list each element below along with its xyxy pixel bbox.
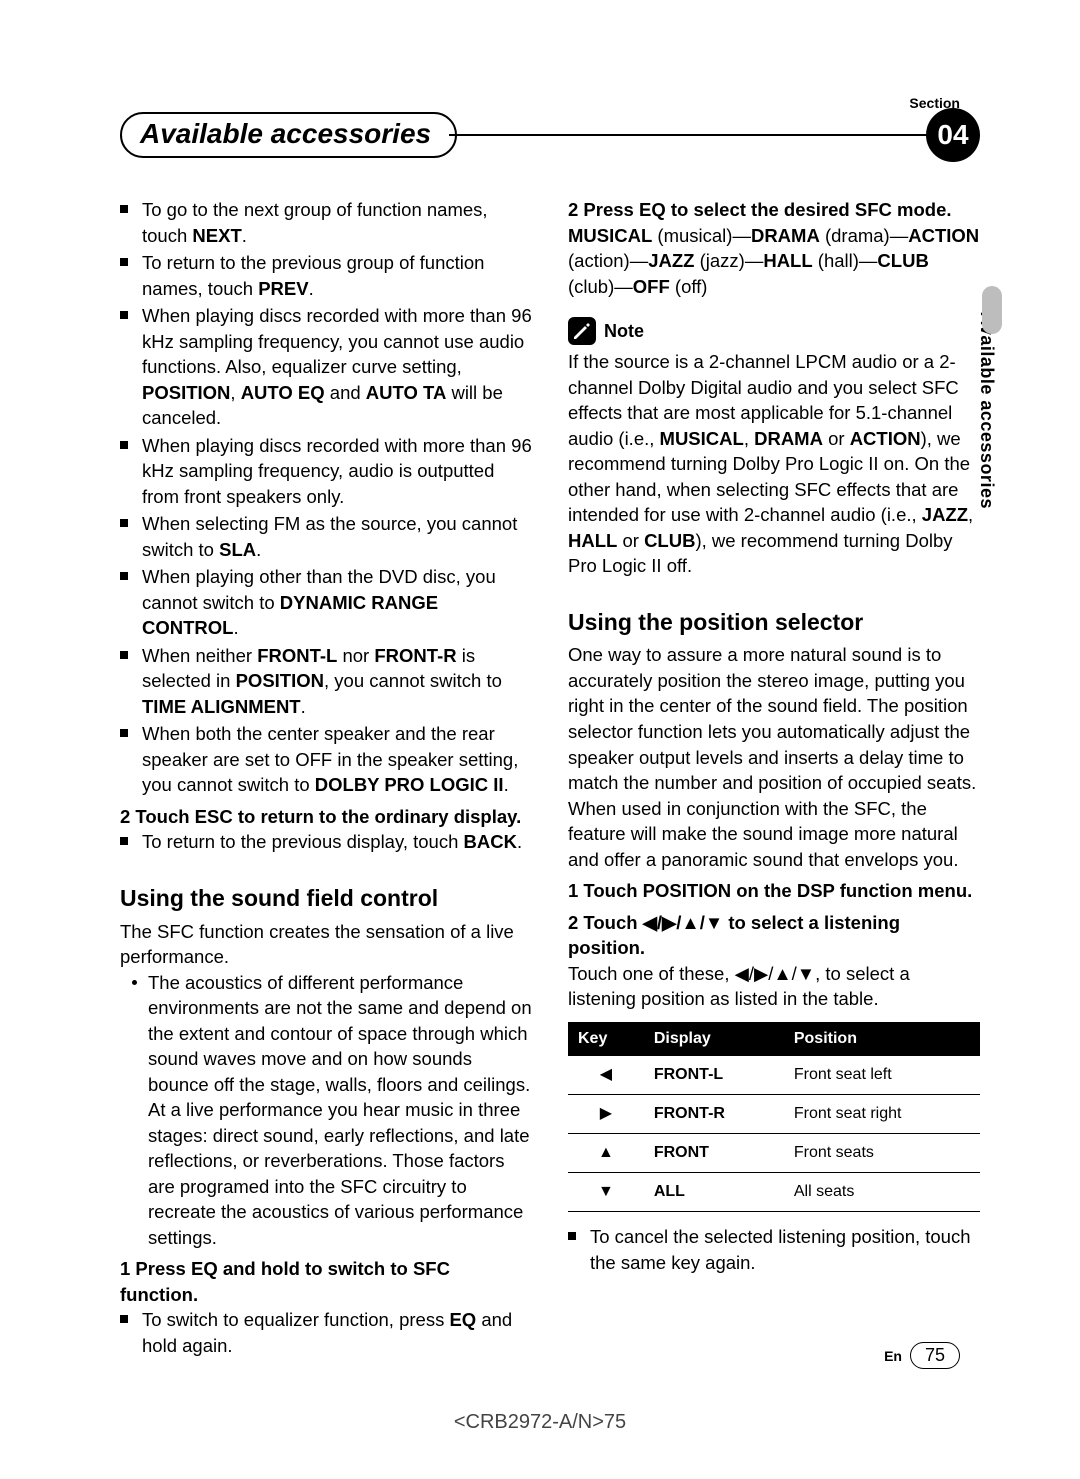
right-column: 2 Press EQ to select the desired SFC mod… [568,197,980,1360]
paragraph: Touch one of these, ◀/▶/▲/▼, to select a… [568,961,980,1012]
document-code: <CRB2972-A/N>75 [0,1411,1080,1434]
table-row: ◀FRONT-LFront seat left [568,1056,980,1095]
note-header: Note [568,317,980,345]
title-row: Available accessories 04 [120,108,980,162]
note-body: If the source is a 2-channel LPCM audio … [568,349,980,579]
side-tab-marker [982,286,1002,334]
bullet-item: When both the center speaker and the rea… [120,721,532,798]
th-display: Display [644,1022,784,1056]
key-right-icon: ▶ [568,1094,644,1133]
section-number-badge: 04 [926,108,980,162]
bullet-item: When neither FRONT-L nor FRONT-R is sele… [120,643,532,720]
bullet-item: When playing discs recorded with more th… [120,303,532,431]
step-1-eq-hold: 1 Press EQ and hold to switch to SFC fun… [120,1256,532,1307]
heading-position: Using the position selector [568,607,980,639]
page-number: 75 [910,1342,960,1369]
table-header-row: Key Display Position [568,1022,980,1056]
th-key: Key [568,1022,644,1056]
position-table: Key Display Position ◀FRONT-LFront seat … [568,1022,980,1212]
bullet-item: To return to the previous display, touch… [120,829,532,855]
side-tab-label: Available accessories [976,312,997,509]
sfc-modes: MUSICAL (musical)—DRAMA (drama)—ACTION (… [568,223,980,300]
paragraph: One way to assure a more natural sound i… [568,642,980,872]
key-up-icon: ▲ [568,1133,644,1172]
lang-label: En [884,1348,902,1364]
heading-sfc: Using the sound field control [120,883,532,915]
bullet-item: To go to the next group of function name… [120,197,532,248]
step-1-touch-position: 1 Touch POSITION on the DSP function men… [568,878,980,904]
manual-page: Section Available accessories 04 Availab… [0,0,1080,1479]
section-label: Section [909,95,960,111]
step-2-eq-select: 2 Press EQ to select the desired SFC mod… [568,197,980,223]
key-left-icon: ◀ [568,1056,644,1095]
table-row: ▶FRONT-RFront seat right [568,1094,980,1133]
dot-bullet: The acoustics of different performance e… [120,970,532,1251]
bullet-item: When playing discs recorded with more th… [120,433,532,510]
table-row: ▲FRONTFront seats [568,1133,980,1172]
bullet-item: To cancel the selected listening positio… [568,1224,980,1275]
bullet-item: To return to the previous group of funct… [120,250,532,301]
title-rule [449,134,930,136]
left-column: To go to the next group of function name… [120,197,532,1360]
step-2-touch-arrows: 2 Touch ◀/▶/▲/▼ to select a listening po… [568,910,980,961]
bullet-item: To switch to equalizer function, press E… [120,1307,532,1358]
th-position: Position [784,1022,980,1056]
bullet-item: When selecting FM as the source, you can… [120,511,532,562]
note-label: Note [604,319,644,344]
footer-page: En 75 [884,1342,960,1369]
content-columns: To go to the next group of function name… [120,197,980,1360]
bullet-item: When playing other than the DVD disc, yo… [120,564,532,641]
table-row: ▼ALLAll seats [568,1172,980,1211]
step-2-esc: 2 Touch ESC to return to the ordinary di… [120,804,532,830]
page-title: Available accessories [120,112,457,158]
pencil-icon [568,317,596,345]
paragraph: The SFC function creates the sensation o… [120,919,532,970]
side-tab: Available accessories [976,312,1000,592]
key-down-icon: ▼ [568,1172,644,1211]
